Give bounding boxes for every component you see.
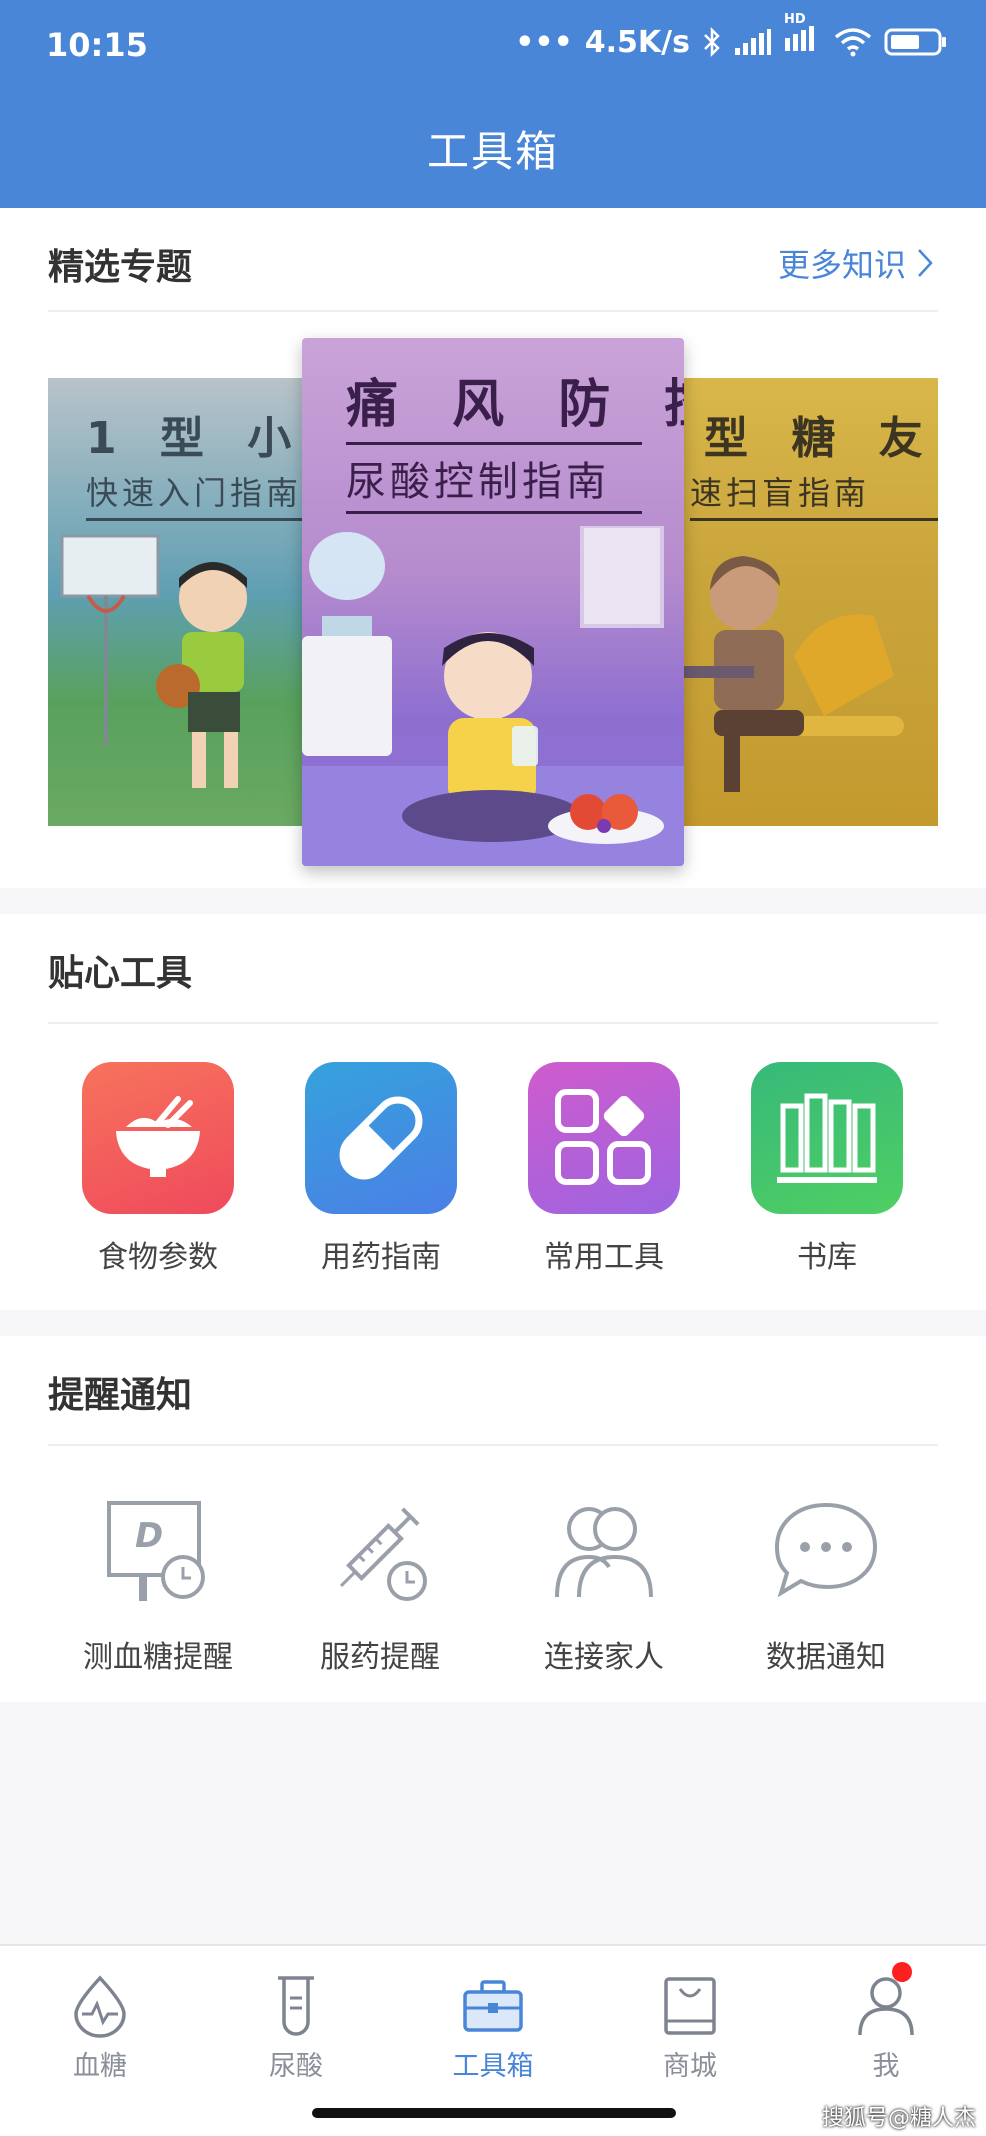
test-tube-icon [264, 1974, 328, 2038]
basketball-boy-illustration [60, 534, 247, 788]
signal-hd: HD [784, 12, 822, 60]
more-knowledge-link[interactable]: 更多知识 [778, 240, 934, 286]
carousel-slide-center[interactable]: 痛 风 防 控 尿酸控制指南 [302, 338, 684, 866]
slide-subtitle: 快速入门指南 [86, 468, 302, 521]
tool-label: 用药指南 [321, 1240, 441, 1275]
carousel-slide-right[interactable]: 型 糖 友 速扫盲指南 [684, 378, 938, 826]
rice-bowl-icon [82, 1062, 234, 1214]
blood-drop-icon [68, 1974, 132, 2038]
reminder-family[interactable]: 连接家人 [494, 1492, 714, 1676]
tool-label: 书库 [797, 1240, 857, 1275]
tab-uric-acid[interactable]: 尿酸 [216, 1974, 376, 2083]
apps-grid-icon [528, 1062, 680, 1214]
bookshelf-icon [751, 1062, 903, 1214]
wifi-icon [834, 28, 872, 57]
profile-icon [854, 1974, 918, 2038]
tab-label: 尿酸 [269, 2051, 323, 2082]
tool-label: 食物参数 [98, 1240, 218, 1275]
gout-boy-illustration [302, 526, 684, 866]
chat-bubble-icon [766, 1492, 886, 1612]
glucose-meter-alarm-icon: D [98, 1492, 218, 1612]
tab-label: 血糖 [73, 2051, 127, 2082]
featured-divider [48, 310, 938, 312]
tools-divider [48, 1022, 938, 1024]
tool-medicine-guide[interactable]: 用药指南 [281, 1062, 481, 1276]
reminders-title: 提醒通知 [48, 1375, 193, 1416]
home-indicator[interactable] [312, 2108, 676, 2118]
status-time: 10:15 [46, 26, 148, 64]
tab-label: 我 [872, 2051, 900, 2082]
pill-capsule-icon [305, 1062, 457, 1214]
featured-section: 精选专题 更多知识 1 型 小 白 快速入门指南 型 糖 友 速扫盲指南 [0, 208, 986, 888]
status-bar: 10:15 ••• 4.5K/s HD [0, 0, 986, 90]
tool-library[interactable]: 书库 [727, 1062, 927, 1276]
notification-dot [892, 1962, 912, 1982]
tool-common-tools[interactable]: 常用工具 [504, 1062, 704, 1276]
dots-icon: ••• [515, 24, 573, 60]
reminder-glucose[interactable]: D 测血糖提醒 [48, 1492, 268, 1676]
tab-label: 商城 [663, 2051, 717, 2082]
reminder-label: 服药提醒 [320, 1640, 440, 1675]
tab-mall[interactable]: 商城 [610, 1974, 770, 2083]
carousel-slide-left[interactable]: 1 型 小 白 快速入门指南 [48, 378, 302, 826]
tab-blood-glucose[interactable]: 血糖 [20, 1974, 180, 2083]
more-knowledge-label: 更多知识 [777, 246, 906, 284]
svg-text:D: D [135, 1516, 163, 1556]
reminder-label: 测血糖提醒 [83, 1640, 233, 1675]
slide-subtitle: 尿酸控制指南 [346, 442, 642, 514]
toolbox-icon [461, 1974, 525, 2038]
bluetooth-icon [704, 26, 720, 58]
slide-subtitle: 速扫盲指南 [690, 468, 938, 521]
family-people-icon [544, 1492, 664, 1612]
reminder-label: 数据通知 [766, 1640, 886, 1675]
reminder-label: 连接家人 [544, 1640, 664, 1675]
watermark: 搜狐号@糖人杰 [821, 2106, 976, 2131]
page-title: 工具箱 [426, 127, 559, 176]
reminders-section: 提醒通知 D 测血糖提醒 服药提醒 连接家人 数据通知 [0, 1336, 986, 1702]
signal-icon-2 [785, 26, 814, 51]
tab-label: 工具箱 [452, 2051, 534, 2082]
shopping-bag-icon [658, 1974, 722, 2038]
reading-elder-illustration [684, 556, 904, 792]
slide-title: 痛 风 防 控 [346, 375, 684, 435]
tab-toolbox[interactable]: 工具箱 [413, 1974, 573, 2083]
slide-title: 1 型 小 白 [86, 413, 302, 464]
tool-food[interactable]: 食物参数 [58, 1062, 258, 1276]
slide-title: 型 糖 友 [704, 413, 937, 464]
net-speed: 4.5K/s [584, 24, 690, 60]
tool-label: 常用工具 [544, 1240, 664, 1275]
signal-icon [735, 29, 771, 55]
reminder-medication[interactable]: 服药提醒 [270, 1492, 490, 1676]
status-icons: ••• 4.5K/s HD [515, 12, 948, 60]
syringe-alarm-icon [320, 1492, 440, 1612]
reminders-divider [48, 1444, 938, 1446]
featured-title: 精选专题 [48, 247, 193, 288]
chevron-right-icon [918, 249, 933, 277]
reminder-data-notify[interactable]: 数据通知 [716, 1492, 936, 1676]
tab-me[interactable]: 我 [806, 1962, 966, 2083]
top-bar: 10:15 ••• 4.5K/s HD 工具箱 [0, 0, 986, 208]
tools-title: 贴心工具 [48, 953, 193, 994]
battery-icon [884, 28, 946, 56]
tools-section: 贴心工具 食物参数 用药指南 常用工具 书库 [0, 914, 986, 1310]
